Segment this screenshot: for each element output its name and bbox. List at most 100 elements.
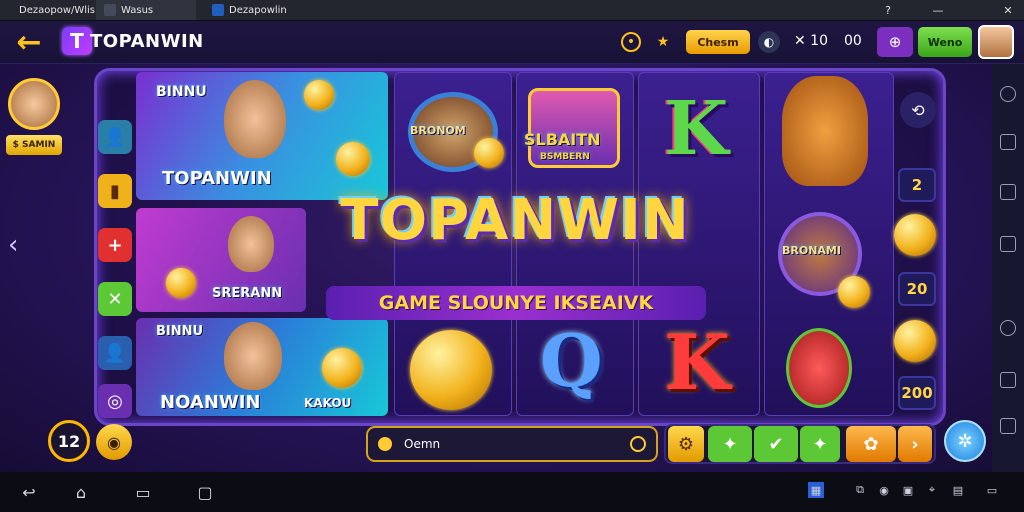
- tab-2-label: Wasus: [121, 4, 154, 16]
- tab-3-label: Dezapowlin: [229, 4, 287, 16]
- wallet-button[interactable]: Weno: [918, 27, 972, 57]
- reel-5-label: BRONAMI: [782, 244, 841, 257]
- gift-button[interactable]: ⊕: [877, 27, 913, 57]
- side-close-button[interactable]: ✕: [98, 282, 132, 316]
- multiplier-tile[interactable]: 200: [898, 376, 936, 410]
- nav-home-icon[interactable]: ⌂: [70, 482, 92, 502]
- bet-button[interactable]: ◉: [96, 424, 132, 460]
- tab-3[interactable]: Dezapowlin: [204, 0, 296, 20]
- tab-1[interactable]: Dezaopow/Wlis: [6, 0, 95, 20]
- reel-3-sub: BSMBERN: [540, 152, 590, 162]
- search-icon[interactable]: [630, 436, 646, 452]
- big-coin-icon: [410, 330, 492, 410]
- promo-card-1-title: BINNU: [156, 84, 207, 100]
- side-bonus-button[interactable]: ▮: [98, 174, 132, 208]
- monkey-character: [782, 76, 868, 186]
- shield-icon[interactable]: ◐: [758, 31, 780, 53]
- level-badge[interactable]: 12: [48, 420, 90, 462]
- multiplier-tile[interactable]: 2: [898, 168, 936, 202]
- rail-layers-icon[interactable]: [1000, 236, 1016, 252]
- keyboard-icon[interactable]: ▦: [808, 482, 824, 498]
- logo-badge: T: [62, 27, 92, 55]
- camera-icon[interactable]: ◉: [876, 482, 892, 498]
- promo-card-3[interactable]: BINNU NOANWIN KAKOU: [136, 318, 388, 416]
- gamepad-icon[interactable]: ▤: [948, 482, 968, 498]
- tab-2[interactable]: Wasus: [96, 0, 196, 20]
- chevron-left-icon[interactable]: ‹: [8, 230, 18, 260]
- coin-icon: [474, 138, 504, 168]
- balance-text: 00: [844, 33, 862, 49]
- multiplier-text: ✕ 10: [794, 33, 828, 49]
- nav-screenshot-icon[interactable]: ▭: [132, 482, 154, 502]
- settings-button[interactable]: ⚙: [668, 426, 704, 462]
- tab-2-icon: [104, 4, 116, 16]
- chat-icon[interactable]: ▭: [984, 482, 1000, 498]
- close-window-button[interactable]: ✕: [1000, 2, 1016, 18]
- refresh-icon[interactable]: ⟲: [900, 92, 936, 128]
- symbol-k-top: K: [664, 86, 729, 172]
- spin-button[interactable]: ✲: [944, 420, 986, 462]
- symbol-q: Q: [540, 318, 603, 403]
- promo-card-3-tag: KAKOU: [304, 396, 352, 410]
- next-button[interactable]: ›: [898, 426, 932, 462]
- nav-recent-icon[interactable]: ▢: [194, 482, 216, 502]
- coin-icon: [322, 348, 362, 388]
- smile-icon[interactable]: •: [621, 32, 641, 52]
- coin-icon: [378, 437, 392, 451]
- coin-icon: [336, 142, 370, 176]
- promo-card-2-title: SRERANN: [212, 286, 283, 301]
- coin-icon: [838, 276, 870, 308]
- coin-icon: [166, 268, 196, 298]
- rail-expand-icon[interactable]: [1000, 418, 1016, 434]
- promo-card-1-name: TOPANWIN: [162, 168, 272, 189]
- chest-button[interactable]: Chesm: [686, 30, 750, 54]
- app-logo-text: TOPANWIN: [90, 31, 204, 52]
- search-bar[interactable]: [366, 426, 658, 462]
- window-icon[interactable]: ▣: [900, 482, 916, 498]
- location-icon[interactable]: ⌖: [924, 482, 940, 498]
- turbo-button[interactable]: ✦: [800, 426, 840, 462]
- rail-settings-icon[interactable]: [1000, 320, 1016, 336]
- promo-card-2[interactable]: SRERANN: [136, 208, 306, 312]
- side-add-button[interactable]: +: [98, 228, 132, 262]
- main-title: TOPANWIN: [340, 188, 690, 253]
- coin-icon: [894, 320, 936, 362]
- autoplay-button[interactable]: ✦: [708, 426, 752, 462]
- symbol-k-bottom: K: [664, 318, 731, 407]
- reel-3-label: SLBAITN: [524, 130, 601, 149]
- resize-icon[interactable]: ⧉: [852, 482, 868, 498]
- nav-back-icon[interactable]: ↩: [18, 482, 40, 502]
- rail-square-icon[interactable]: [1000, 184, 1016, 200]
- help-icon[interactable]: ?: [880, 2, 896, 18]
- reel-2-label: BRONOM: [410, 124, 466, 137]
- main-subtitle: GAME SLOUNYE IKSEAIVK: [326, 286, 706, 320]
- user-avatar[interactable]: [978, 25, 1014, 59]
- back-arrow-icon[interactable]: ←: [12, 25, 46, 60]
- host-portrait: [224, 322, 282, 390]
- promo-card-3-title: BINNU: [156, 324, 204, 339]
- minimize-button[interactable]: —: [930, 2, 946, 18]
- host-portrait: [224, 80, 286, 158]
- rail-window-icon[interactable]: [1000, 372, 1016, 388]
- max-bet-button[interactable]: ✿: [846, 426, 896, 462]
- coin-icon: [894, 214, 936, 256]
- host-portrait: [228, 216, 274, 272]
- rail-copy-icon[interactable]: [1000, 134, 1016, 150]
- rail-back-icon[interactable]: [1000, 86, 1016, 102]
- coin-icon: [304, 80, 334, 110]
- side-profile-button[interactable]: 👤: [98, 120, 132, 154]
- tab-3-icon: [212, 4, 224, 16]
- confirm-button[interactable]: ✔: [754, 426, 798, 462]
- search-input[interactable]: [402, 436, 620, 452]
- multiplier-tile[interactable]: 20: [898, 272, 936, 306]
- promo-card-1[interactable]: BINNU TOPANWIN: [136, 72, 388, 200]
- right-toolbar: [992, 64, 1024, 472]
- side-friends-button[interactable]: 👤: [98, 336, 132, 370]
- treasure-icon: [786, 328, 852, 408]
- promo-card-3-name: NOANWIN: [160, 392, 261, 413]
- player-tag: $ SAMIN: [6, 135, 62, 155]
- star-icon[interactable]: ★: [653, 32, 673, 52]
- tab-1-label: Dezaopow/Wlis: [19, 4, 96, 16]
- player-avatar[interactable]: [8, 78, 60, 130]
- side-menu-button[interactable]: ◎: [98, 384, 132, 418]
